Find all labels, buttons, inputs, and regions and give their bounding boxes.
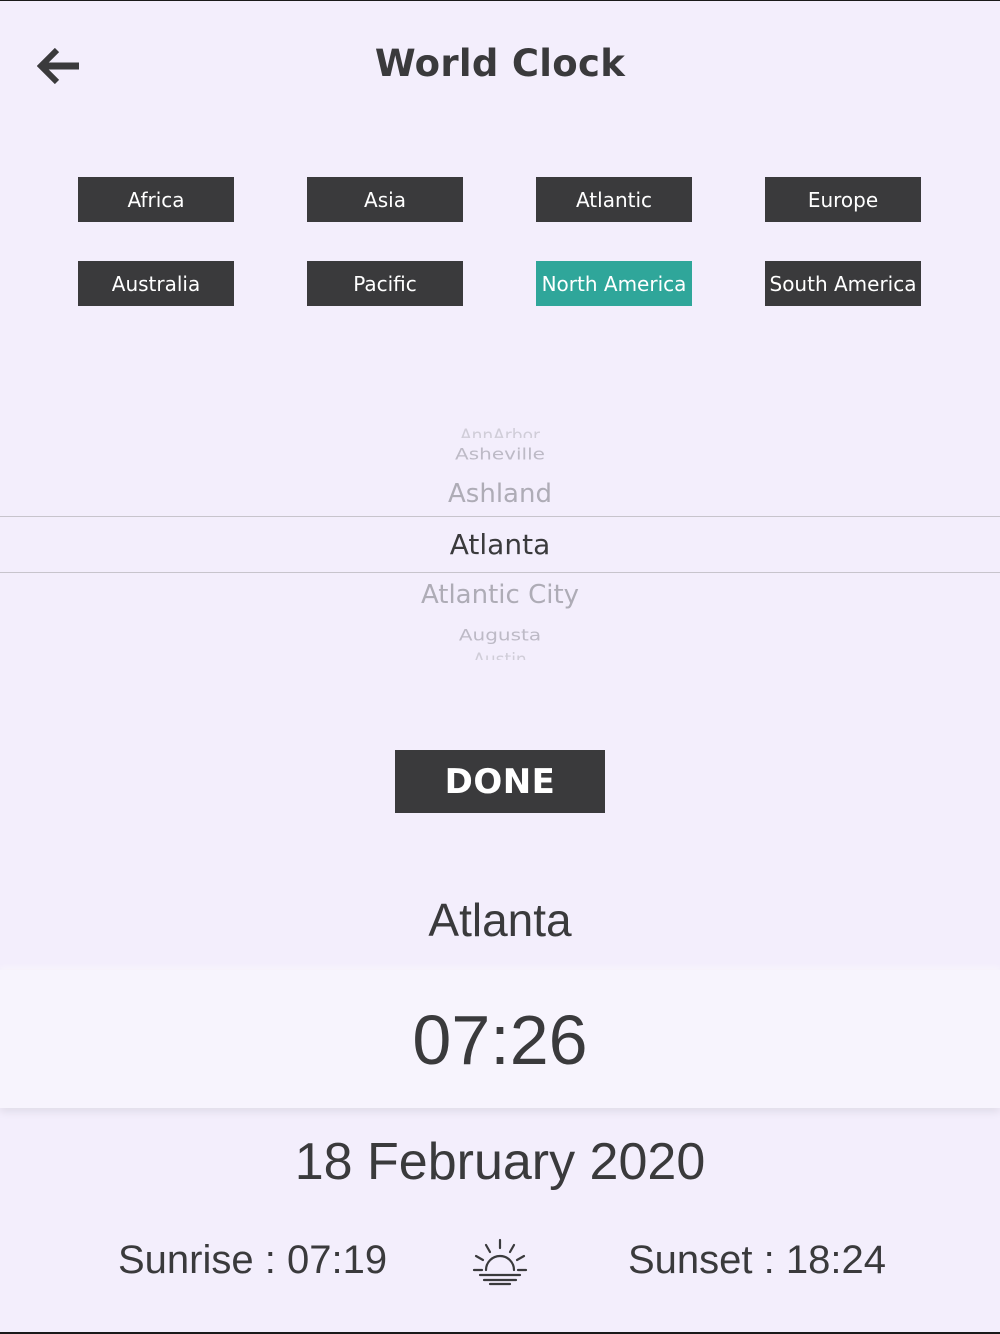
picker-selection-line-top xyxy=(0,516,1000,517)
sunset-time: Sunset : 18:24 xyxy=(628,1238,886,1282)
region-button-pacific[interactable]: Pacific xyxy=(307,261,463,306)
picker-item[interactable]: AnnArbor xyxy=(0,426,1000,438)
top-border xyxy=(0,0,1000,1)
region-button-atlantic[interactable]: Atlantic xyxy=(536,177,692,222)
picker-item[interactable]: Asheville xyxy=(0,444,1000,464)
region-button-australia[interactable]: Australia xyxy=(78,261,234,306)
sunrise-icon xyxy=(472,1238,528,1286)
picker-item[interactable]: Austin xyxy=(0,650,1000,660)
region-button-south-america[interactable]: South America xyxy=(765,261,921,306)
current-time: 07:26 xyxy=(412,1001,588,1079)
picker-item[interactable]: Ashland xyxy=(0,479,1000,509)
picker-item[interactable]: Atlantic City xyxy=(0,580,1000,610)
region-button-asia[interactable]: Asia xyxy=(307,177,463,222)
selected-city-name: Atlanta xyxy=(428,894,572,946)
page-title: World Clock xyxy=(374,42,626,85)
region-button-europe[interactable]: Europe xyxy=(765,177,921,222)
region-button-north-america[interactable]: North America xyxy=(536,261,692,306)
picker-selection-line-bottom xyxy=(0,572,1000,573)
done-button[interactable]: DONE xyxy=(395,750,605,813)
city-picker[interactable]: AnnArbor Asheville Ashland Atlanta Atlan… xyxy=(0,420,1000,665)
picker-item-selected[interactable]: Atlanta xyxy=(0,528,1000,561)
sunrise-time: Sunrise : 07:19 xyxy=(118,1238,388,1282)
picker-item[interactable]: Augusta xyxy=(0,625,1000,645)
region-button-africa[interactable]: Africa xyxy=(78,177,234,222)
current-date: 18 February 2020 xyxy=(294,1133,706,1191)
